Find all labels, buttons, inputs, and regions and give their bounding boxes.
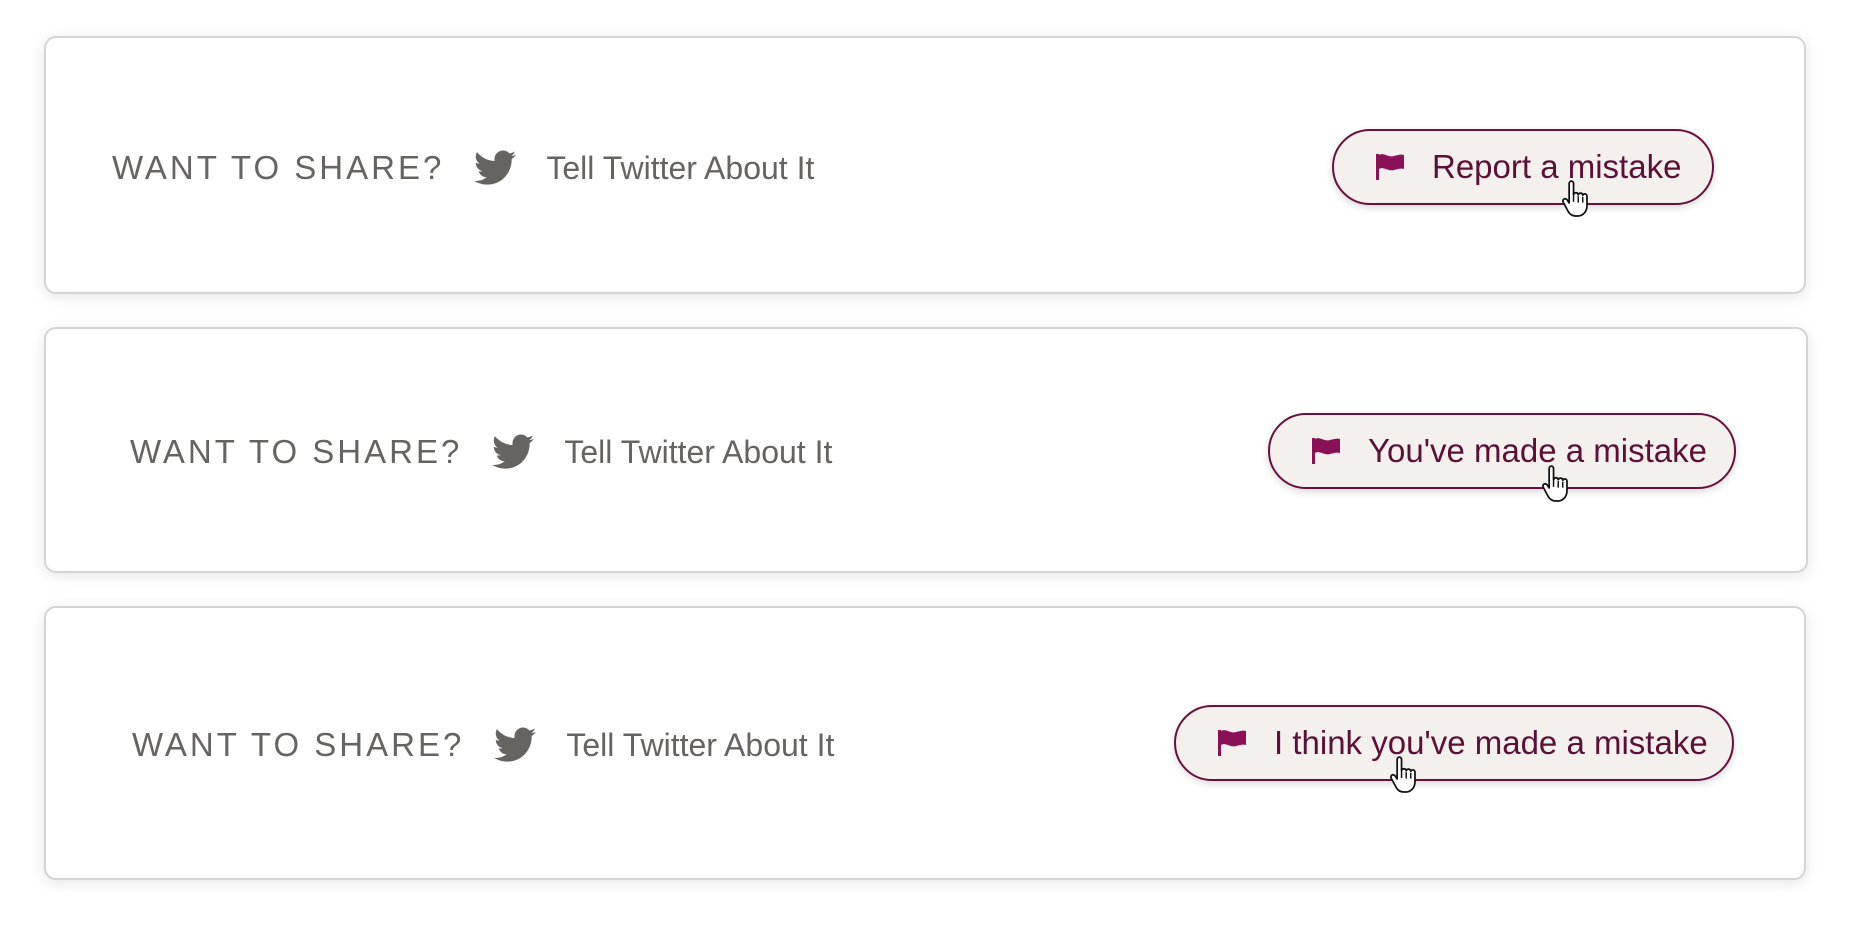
share-section: WANT TO SHARE? Tell Twitter About It: [130, 422, 832, 482]
page: WANT TO SHARE? Tell Twitter About It Rep…: [0, 0, 1852, 932]
flag-icon: [1310, 436, 1342, 466]
twitter-icon[interactable]: [492, 434, 535, 470]
report-mistake-button[interactable]: Report a mistake: [1332, 129, 1714, 205]
share-section: WANT TO SHARE? Tell Twitter About It: [132, 715, 834, 775]
flag-icon: [1374, 152, 1406, 182]
think-mistake-button[interactable]: I think you've made a mistake: [1174, 705, 1734, 781]
share-label: WANT TO SHARE?: [130, 433, 463, 470]
share-section: WANT TO SHARE? Tell Twitter About It: [112, 138, 814, 198]
made-mistake-button[interactable]: You've made a mistake: [1268, 413, 1736, 489]
flag-icon: [1216, 728, 1248, 758]
share-label: WANT TO SHARE?: [112, 149, 445, 186]
button-label: I think you've made a mistake: [1274, 724, 1708, 761]
twitter-icon[interactable]: [494, 727, 537, 763]
button-label: Report a mistake: [1432, 148, 1682, 185]
twitter-icon[interactable]: [474, 150, 517, 186]
share-card: WANT TO SHARE? Tell Twitter About It Rep…: [44, 36, 1806, 294]
share-card: WANT TO SHARE? Tell Twitter About It I t…: [44, 606, 1806, 880]
tell-twitter-link[interactable]: Tell Twitter About It: [546, 150, 814, 187]
tell-twitter-link[interactable]: Tell Twitter About It: [564, 434, 832, 471]
share-label: WANT TO SHARE?: [132, 726, 465, 763]
tell-twitter-link[interactable]: Tell Twitter About It: [566, 727, 834, 764]
share-card: WANT TO SHARE? Tell Twitter About It You…: [44, 327, 1808, 573]
button-label: You've made a mistake: [1368, 432, 1707, 469]
